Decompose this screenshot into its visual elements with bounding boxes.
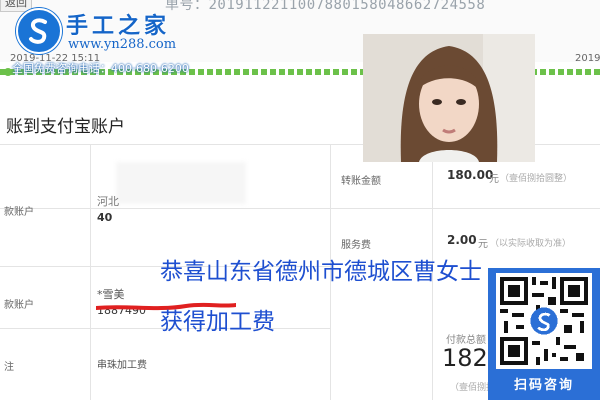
- payee-account-label: 款账户: [4, 207, 34, 218]
- person-photo: [363, 34, 535, 162]
- transfer-amount-words: （壹佰捌拾圆整）: [500, 174, 573, 184]
- logo-mark-icon: [16, 8, 62, 54]
- remark-value: 串珠加工费: [97, 360, 147, 371]
- payee-account-number: 40: [97, 211, 113, 224]
- transfer-amount-unit: 元: [489, 174, 499, 185]
- qr-consult-label: 扫码咨询: [513, 378, 574, 393]
- service-fee-label: 服务费: [341, 240, 371, 251]
- transfer-amount: 180.00: [447, 168, 494, 182]
- blurred-region: [116, 162, 246, 204]
- service-fee-note: （以实际收取为准）: [490, 239, 572, 249]
- service-fee-amount: 2.00: [447, 233, 477, 247]
- qr-code-icon: [496, 273, 592, 369]
- page-title: 账到支付宝账户: [6, 117, 125, 137]
- qr-panel[interactable]: 扫码咨询: [488, 268, 600, 400]
- payer-account-label: 款账户: [4, 300, 34, 311]
- site-logo: 手工之家 www.yn288.com: [10, 8, 200, 54]
- order-number: 单号：2019112211007880158048662724558: [165, 0, 486, 13]
- payee-bank: 河北: [97, 195, 119, 208]
- service-fee-unit: 元: [478, 239, 488, 250]
- logo-url: www.yn288.com: [68, 37, 177, 52]
- logo-title: 手工之家: [66, 14, 171, 39]
- caption-line-1: 恭喜山东省德州市德城区曹女士: [160, 259, 482, 285]
- transfer-amount-label: 转账金额: [341, 176, 381, 187]
- progress-date-end: 2019-: [575, 53, 600, 64]
- caption-line-2: 获得加工费: [160, 309, 275, 335]
- remark-label: 注: [4, 362, 14, 373]
- hotline-text: 全国免费咨询电话：400-680-6200: [12, 62, 189, 75]
